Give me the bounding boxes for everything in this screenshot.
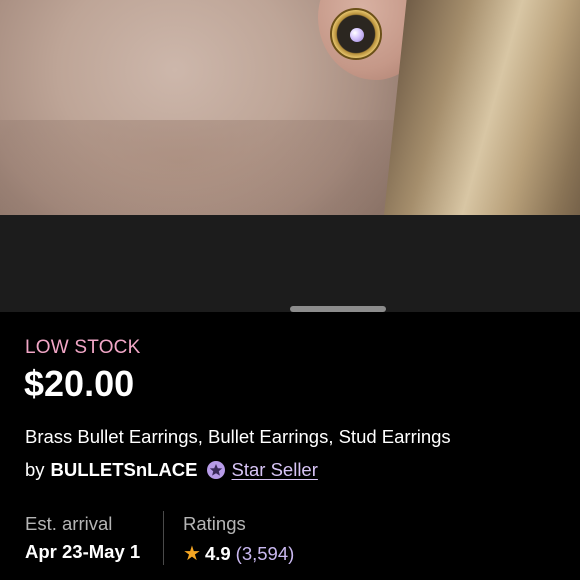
rating-count[interactable]: (3,594) — [236, 543, 295, 565]
est-arrival-label: Est. arrival — [25, 513, 113, 534]
ratings-summary[interactable]: ★ 4.9 (3,594) — [183, 541, 294, 566]
product-photo[interactable] — [0, 0, 580, 215]
seller-shop-name[interactable]: BULLETSnLACE — [51, 459, 198, 481]
photo-neck-shading — [0, 120, 420, 215]
star-icon: ★ — [183, 543, 201, 565]
product-title: Brass Bullet Earrings, Bullet Earrings, … — [25, 426, 451, 447]
gallery-background — [0, 215, 580, 312]
ratings-label: Ratings — [183, 513, 246, 534]
star-seller-link[interactable]: Star Seller — [232, 459, 318, 481]
est-arrival-value: Apr 23-May 1 — [25, 541, 141, 562]
photo-earring-gem — [350, 28, 364, 42]
star-seller-badge-icon — [206, 460, 226, 480]
product-price: $20.00 — [24, 363, 135, 404]
stock-status-label: LOW STOCK — [25, 337, 141, 358]
photo-hair — [381, 0, 580, 215]
details-divider — [163, 511, 164, 565]
seller-by-label: by — [25, 459, 45, 480]
rating-value: 4.9 — [204, 542, 231, 564]
seller-line: by BULLETSnLACE Star Seller — [25, 459, 318, 481]
photo-earring — [330, 8, 382, 60]
